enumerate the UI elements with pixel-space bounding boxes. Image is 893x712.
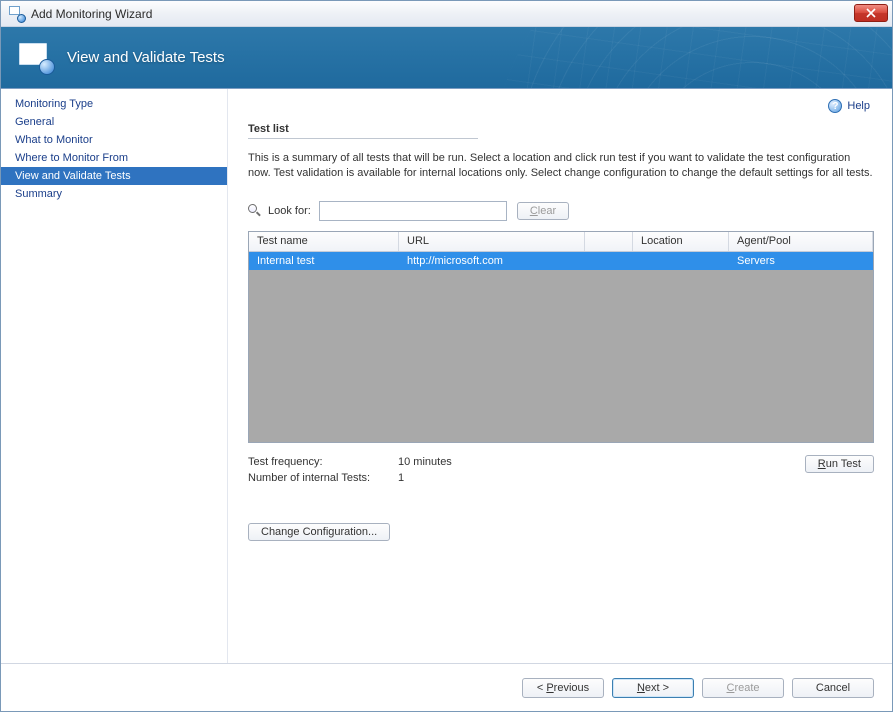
wizard-heading: View and Validate Tests xyxy=(67,49,225,66)
lookfor-input[interactable] xyxy=(319,201,507,221)
sidebar-item-view-and-validate-tests[interactable]: View and Validate Tests xyxy=(1,167,227,185)
freq-label: Test frequency: xyxy=(248,455,398,471)
next-button[interactable]: Next > xyxy=(612,678,694,698)
close-icon xyxy=(866,8,876,18)
change-configuration-button[interactable]: Change Configuration... xyxy=(248,523,390,541)
help-icon: ? xyxy=(828,99,842,113)
app-icon xyxy=(9,6,25,22)
cell-agent: Servers xyxy=(729,252,873,270)
col-header-location[interactable]: Location xyxy=(633,232,729,251)
freq-value: 10 minutes xyxy=(398,455,452,471)
col-header-agent[interactable]: Agent/Pool xyxy=(729,232,873,251)
sidebar-item-where-to-monitor-from[interactable]: Where to Monitor From xyxy=(1,149,227,167)
col-header-blank[interactable] xyxy=(585,232,633,251)
sidebar-item-monitoring-type[interactable]: Monitoring Type xyxy=(1,95,227,113)
lookfor-label: Look for: xyxy=(268,205,311,217)
help-link[interactable]: ? Help xyxy=(828,99,870,113)
col-header-url[interactable]: URL xyxy=(399,232,585,251)
previous-button[interactable]: < Previous xyxy=(522,678,604,698)
count-value: 1 xyxy=(398,471,452,487)
window-title: Add Monitoring Wizard xyxy=(31,7,152,21)
tests-grid: Test name URL Location Agent/Pool Intern… xyxy=(248,231,874,443)
cell-test-name: Internal test xyxy=(249,252,399,270)
sidebar-item-what-to-monitor[interactable]: What to Monitor xyxy=(1,131,227,149)
cell-location xyxy=(633,252,729,270)
close-button[interactable] xyxy=(854,4,888,22)
clear-button[interactable]: Clear xyxy=(517,202,569,220)
sidebar-item-summary[interactable]: Summary xyxy=(1,185,227,203)
sidebar: Monitoring Type General What to Monitor … xyxy=(1,89,227,663)
help-label: Help xyxy=(847,100,870,112)
wizard-header: View and Validate Tests xyxy=(1,27,892,89)
lookfor-row: Look for: Clear xyxy=(248,201,874,221)
section-title: Test list xyxy=(248,123,874,135)
summary-info: Test frequency: Number of internal Tests… xyxy=(248,455,452,487)
run-test-button[interactable]: Run Test xyxy=(805,455,874,473)
table-row[interactable]: Internal test http://microsoft.com Serve… xyxy=(249,252,873,270)
search-icon xyxy=(248,204,262,218)
wizard-body: Monitoring Type General What to Monitor … xyxy=(1,89,892,663)
create-button[interactable]: Create xyxy=(702,678,784,698)
section-underline xyxy=(248,138,478,139)
sidebar-item-general[interactable]: General xyxy=(1,113,227,131)
content-area: ? Help Test list This is a summary of al… xyxy=(227,89,892,663)
wizard-footer: < Previous Next > Create Cancel xyxy=(1,663,892,711)
cancel-button[interactable]: Cancel xyxy=(792,678,874,698)
wizard-icon xyxy=(19,43,53,73)
cell-blank xyxy=(585,252,633,270)
col-header-test-name[interactable]: Test name xyxy=(249,232,399,251)
cell-url: http://microsoft.com xyxy=(399,252,585,270)
section-description: This is a summary of all tests that will… xyxy=(248,151,874,181)
titlebar: Add Monitoring Wizard xyxy=(1,1,892,27)
grid-header: Test name URL Location Agent/Pool xyxy=(249,232,873,252)
count-label: Number of internal Tests: xyxy=(248,471,398,487)
